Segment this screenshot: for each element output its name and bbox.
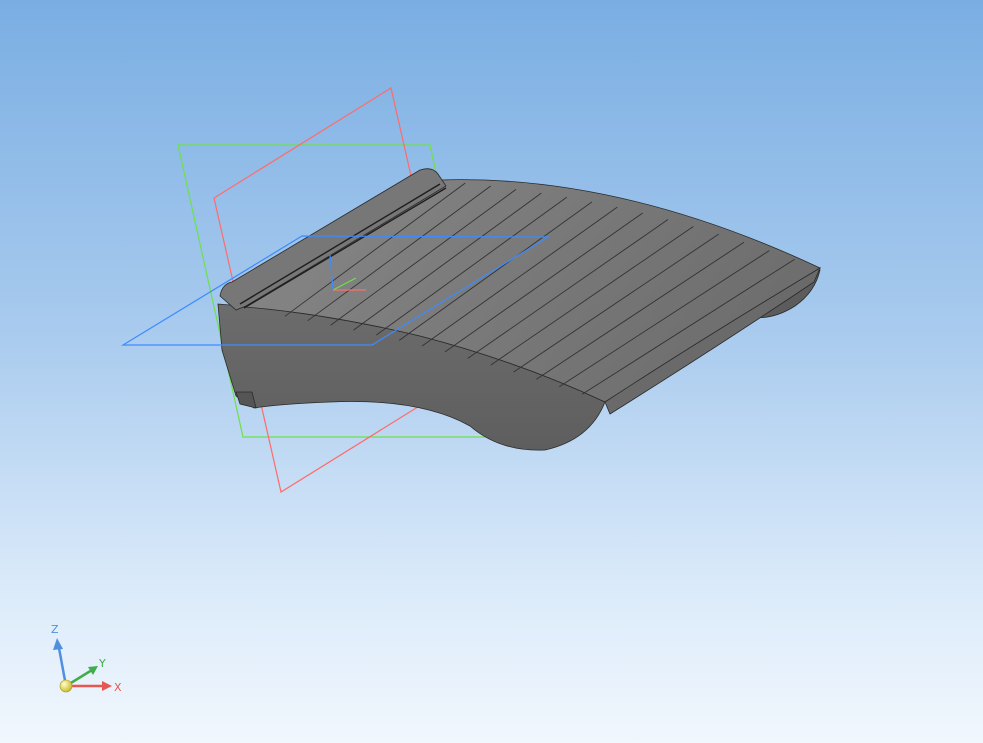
x-axis-label: X (114, 681, 122, 694)
model-scene[interactable]: X Y Z (0, 0, 983, 743)
model-front-tab (235, 391, 257, 409)
origin-sphere-icon (59, 679, 73, 693)
axis-triad[interactable]: X Y Z (51, 623, 122, 694)
y-axis-label: Y (98, 657, 106, 670)
x-axis-arrow-icon (102, 681, 112, 691)
z-axis-label: Z (51, 623, 59, 636)
3d-viewport[interactable]: X Y Z (0, 0, 983, 743)
z-axis-arrow-icon (53, 638, 63, 650)
